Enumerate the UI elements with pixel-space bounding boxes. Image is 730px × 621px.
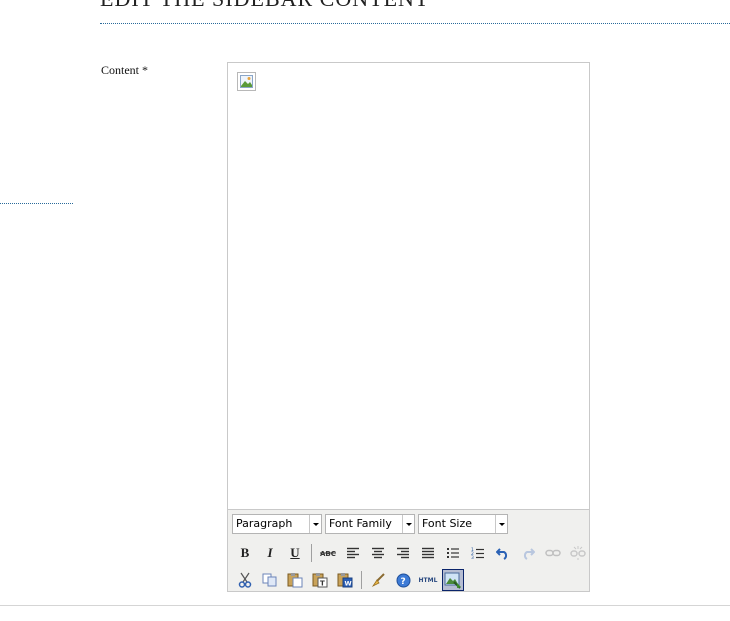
cut-icon <box>238 572 252 588</box>
strikethrough-icon: ABC <box>320 550 336 558</box>
link-icon <box>545 549 561 557</box>
bullet-list-icon <box>447 548 459 558</box>
undo-button[interactable] <box>492 542 514 564</box>
align-right-icon <box>397 547 409 559</box>
align-left-button[interactable] <box>342 542 364 564</box>
chevron-down-icon[interactable] <box>309 515 321 533</box>
paste-text-icon: T <box>312 573 328 588</box>
format-select[interactable]: Paragraph <box>232 514 322 534</box>
format-select-value: Paragraph <box>236 517 293 530</box>
sidebar-divider <box>0 203 73 204</box>
editor-toolbar: Paragraph Font Family Font Size B I U AB… <box>228 509 589 591</box>
font-size-select[interactable]: Font Size <box>418 514 508 534</box>
page-title: EDIT THE SIDEBAR CONTENT <box>100 0 429 12</box>
chevron-down-icon[interactable] <box>402 515 414 533</box>
redo-button[interactable] <box>517 542 539 564</box>
toolbar-separator <box>361 571 362 589</box>
html-button[interactable]: HTML <box>417 569 439 591</box>
svg-text:W: W <box>345 580 352 588</box>
editor-content-area[interactable] <box>228 63 589 509</box>
bullet-list-button[interactable] <box>442 542 464 564</box>
rich-text-editor: Paragraph Font Family Font Size B I U AB… <box>227 62 590 592</box>
italic-icon: I <box>267 545 273 560</box>
undo-icon <box>496 548 508 560</box>
underline-icon: U <box>290 545 300 560</box>
svg-text:3: 3 <box>471 555 474 560</box>
footer-divider <box>0 605 730 606</box>
toolbar-separator <box>311 544 312 562</box>
bold-button[interactable]: B <box>234 542 256 564</box>
numbered-list-icon: 123 <box>471 547 484 560</box>
insert-image-icon <box>444 572 461 589</box>
unlink-button[interactable] <box>567 542 589 564</box>
insert-image-button[interactable] <box>442 569 464 591</box>
svg-text:ABC: ABC <box>320 550 336 558</box>
strikethrough-button[interactable]: ABC <box>317 542 339 564</box>
title-divider <box>100 23 730 24</box>
paste-word-icon: W <box>337 573 353 588</box>
align-center-icon <box>372 547 384 559</box>
help-icon: ? <box>396 573 410 587</box>
svg-text:T: T <box>320 580 325 588</box>
redo-icon <box>523 548 535 560</box>
content-field-label: Content * <box>101 63 148 77</box>
copy-icon <box>262 573 277 587</box>
italic-button[interactable]: I <box>259 542 281 564</box>
cleanup-icon <box>371 573 385 588</box>
cleanup-button[interactable] <box>367 569 389 591</box>
align-justify-icon <box>422 547 434 559</box>
align-center-button[interactable] <box>367 542 389 564</box>
underline-button[interactable]: U <box>284 542 306 564</box>
copy-button[interactable] <box>259 569 281 591</box>
help-button[interactable]: ? <box>392 569 414 591</box>
html-icon: HTML <box>418 576 438 584</box>
paste-text-button[interactable]: T <box>309 569 331 591</box>
paste-word-button[interactable]: W <box>334 569 356 591</box>
font-family-select[interactable]: Font Family <box>325 514 415 534</box>
align-left-icon <box>347 547 359 559</box>
chevron-down-icon[interactable] <box>495 515 507 533</box>
numbered-list-button[interactable]: 123 <box>467 542 489 564</box>
paste-icon <box>287 573 303 588</box>
broken-image-icon[interactable] <box>237 72 256 91</box>
align-right-button[interactable] <box>392 542 414 564</box>
paste-button[interactable] <box>284 569 306 591</box>
align-justify-button[interactable] <box>417 542 439 564</box>
font-family-select-value: Font Family <box>329 517 392 530</box>
svg-text:?: ? <box>400 577 405 587</box>
cut-button[interactable] <box>234 569 256 591</box>
link-button[interactable] <box>542 542 564 564</box>
bold-icon: B <box>240 545 250 560</box>
font-size-select-value: Font Size <box>422 517 473 530</box>
unlink-icon <box>570 546 586 560</box>
